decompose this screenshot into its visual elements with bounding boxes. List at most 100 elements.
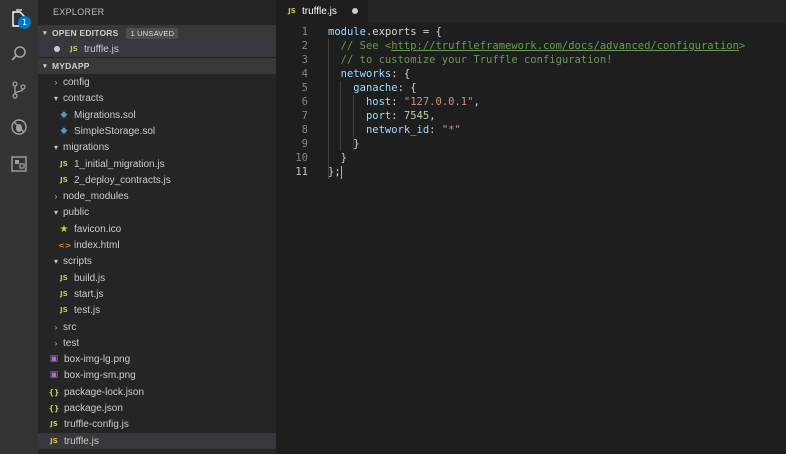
tree-item-label: contracts xyxy=(63,92,104,104)
file-item[interactable]: JS 1_initial_migration.js xyxy=(38,156,276,172)
line-text: port: 7545, xyxy=(328,109,436,123)
editor-area: JS truffle.js 1 module.exports = {2 // Se… xyxy=(276,0,786,454)
code-token: // See < xyxy=(340,40,392,52)
code-token: 7545 xyxy=(403,110,430,122)
line-text: // See <http://truffleframework.com/docs… xyxy=(328,39,746,53)
tree-item-label: config xyxy=(63,76,90,88)
line-number: 10 xyxy=(295,152,308,164)
chevron-down-icon: ▾ xyxy=(43,30,47,37)
file-item[interactable]: ◆ SimpleStorage.sol xyxy=(38,123,276,139)
extensions-icon[interactable] xyxy=(8,153,30,175)
file-item[interactable]: JS truffle.js xyxy=(38,433,276,449)
tree-item-label: build.js xyxy=(74,272,106,284)
tree-item-label: start.js xyxy=(74,288,104,300)
file-item[interactable]: {} package.json xyxy=(38,400,276,416)
activity-bar: 1 xyxy=(0,0,38,454)
folder-contracts[interactable]: ▾ contracts xyxy=(38,90,276,106)
code-line[interactable]: 4 networks: { xyxy=(276,67,786,81)
project-header[interactable]: ▾ MYDAPP xyxy=(38,58,276,74)
folder-public[interactable]: ▾ public xyxy=(38,204,276,220)
js-file-icon: JS xyxy=(60,160,68,168)
code-token: "*" xyxy=(441,124,461,136)
code-token: : xyxy=(429,124,442,136)
code-line[interactable]: 9 } xyxy=(276,137,786,151)
chevron-down-icon: ▾ xyxy=(53,207,58,217)
folder-migrations[interactable]: ▾ migrations xyxy=(38,139,276,155)
file-item[interactable]: ◆ Migrations.sol xyxy=(38,107,276,123)
code-line[interactable]: 6 host: "127.0.0.1", xyxy=(276,95,786,109)
favicon-icon: ★ xyxy=(59,223,69,235)
code-line[interactable]: 10 } xyxy=(276,151,786,165)
file-item[interactable]: JS start.js xyxy=(38,286,276,302)
chevron-right-icon: › xyxy=(54,77,58,87)
tree-item-label: favicon.ico xyxy=(74,223,122,235)
code-line[interactable]: 7 port: 7545, xyxy=(276,109,786,123)
file-item[interactable]: ★ favicon.ico xyxy=(38,221,276,237)
code-token: } xyxy=(328,152,347,164)
js-file-icon: JS xyxy=(60,274,68,282)
file-item[interactable]: JS build.js xyxy=(38,270,276,286)
image-file-icon: ▣ xyxy=(49,370,59,380)
code-token: > xyxy=(738,40,746,52)
code-line[interactable]: 1 module.exports = { xyxy=(276,25,786,39)
file-item[interactable]: JS test.js xyxy=(38,302,276,318)
js-file-icon: JS xyxy=(50,420,58,428)
code-line[interactable]: 3 // to customize your Truffle configura… xyxy=(276,53,786,67)
line-text: // to customize your Truffle configurati… xyxy=(328,53,613,67)
line-number: 4 xyxy=(301,68,308,80)
tab-truffle-js[interactable]: JS truffle.js xyxy=(276,0,368,22)
tree-item-label: test xyxy=(63,337,80,349)
folder-test[interactable]: › test xyxy=(38,335,276,351)
explorer-sidebar: EXPLORER ▾ OPEN EDITORS 1 UNSAVED JS tru… xyxy=(38,0,276,454)
open-editors-header[interactable]: ▾ OPEN EDITORS 1 UNSAVED xyxy=(38,25,276,41)
unsaved-badge: 1 UNSAVED xyxy=(126,27,179,39)
line-text: network_id: "*" xyxy=(328,123,461,137)
tree-item-label: truffle-config.js xyxy=(64,418,129,430)
code-line[interactable]: 8 network_id: "*" xyxy=(276,123,786,137)
tree-item-label: package.json xyxy=(64,402,123,414)
solidity-file-icon: ◆ xyxy=(60,126,68,136)
code-token: networks xyxy=(340,68,392,80)
search-icon[interactable] xyxy=(8,43,30,65)
folder-scripts[interactable]: ▾ scripts xyxy=(38,253,276,269)
source-control-icon[interactable] xyxy=(8,79,30,101)
code-line[interactable]: 5 ganache: { xyxy=(276,81,786,95)
folder-config[interactable]: › config xyxy=(38,74,276,90)
file-item[interactable]: <> index.html xyxy=(38,237,276,253)
code-token: network_id xyxy=(365,124,430,136)
chevron-down-icon: ▾ xyxy=(53,142,58,152)
file-item[interactable]: ▣ box-img-sm.png xyxy=(38,367,276,383)
unsaved-dot-icon[interactable] xyxy=(352,8,358,14)
folder-src[interactable]: › src xyxy=(38,319,276,335)
line-text: } xyxy=(328,137,359,151)
file-item[interactable]: ▣ box-img-lg.png xyxy=(38,351,276,367)
code-token: }; xyxy=(328,166,341,178)
js-file-icon: JS xyxy=(60,176,68,184)
tab-bar: JS truffle.js xyxy=(276,0,786,22)
open-editors-label: OPEN EDITORS xyxy=(52,28,119,38)
line-text: } xyxy=(328,151,347,165)
tree-item-label: box-img-sm.png xyxy=(64,369,136,381)
code-token: // to customize your Truffle configurati… xyxy=(340,54,613,66)
debug-icon[interactable] xyxy=(8,116,30,138)
code-line[interactable]: 11}; xyxy=(276,165,786,179)
code-line[interactable]: 2 // See <http://truffleframework.com/do… xyxy=(276,39,786,53)
tree-item-label: 2_deploy_contracts.js xyxy=(74,174,171,186)
code-editor[interactable]: 1 module.exports = {2 // See <http://truf… xyxy=(276,25,786,179)
code-token: .exports = { xyxy=(365,26,442,38)
folder-node-modules[interactable]: › node_modules xyxy=(38,188,276,204)
tree-item-label: scripts xyxy=(63,255,92,267)
file-item[interactable]: JS truffle-config.js xyxy=(38,416,276,432)
tree-item-label: migrations xyxy=(63,141,110,153)
line-text: networks: { xyxy=(328,67,411,81)
code-link[interactable]: http://truffleframework.com/docs/advance… xyxy=(391,40,739,52)
file-item[interactable]: {} package-lock.json xyxy=(38,384,276,400)
tab-label: truffle.js xyxy=(302,5,337,17)
open-editor-item[interactable]: JS truffle.js xyxy=(38,41,276,57)
file-item[interactable]: JS 2_deploy_contracts.js xyxy=(38,172,276,188)
line-text: module.exports = { xyxy=(328,25,442,39)
